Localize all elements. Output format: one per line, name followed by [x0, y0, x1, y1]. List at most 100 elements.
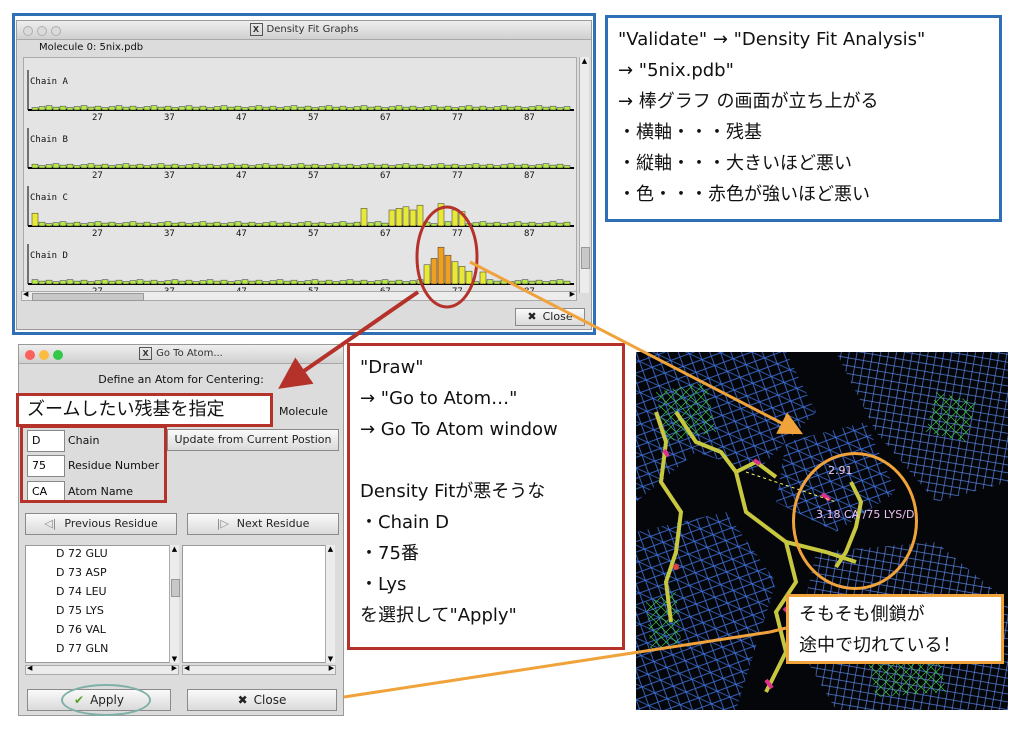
- density-bar[interactable]: [276, 107, 284, 111]
- density-bar[interactable]: [346, 107, 354, 111]
- density-bar[interactable]: [73, 165, 81, 169]
- density-bar[interactable]: [108, 221, 116, 227]
- density-bar[interactable]: [395, 105, 403, 111]
- density-bar[interactable]: [311, 279, 319, 285]
- density-bar[interactable]: [339, 105, 347, 111]
- residue-list-item[interactable]: D 75 LYS: [56, 601, 108, 620]
- density-bar[interactable]: [437, 246, 445, 285]
- density-bar[interactable]: [129, 105, 137, 111]
- density-bar[interactable]: [66, 163, 74, 169]
- density-bar[interactable]: [521, 107, 529, 111]
- density-bar[interactable]: [262, 222, 270, 227]
- density-bar[interactable]: [507, 163, 515, 169]
- density-bar[interactable]: [367, 106, 375, 111]
- density-bar[interactable]: [514, 164, 522, 169]
- density-bar[interactable]: [381, 279, 389, 285]
- density-bar[interactable]: [437, 203, 445, 227]
- density-bar[interactable]: [115, 164, 123, 169]
- density-bar[interactable]: [234, 280, 242, 285]
- density-bar[interactable]: [402, 106, 410, 111]
- density-bar[interactable]: [185, 164, 193, 169]
- scroll-up-arrow-icon[interactable]: ▲: [326, 545, 335, 553]
- density-bar[interactable]: [108, 280, 116, 285]
- density-bar[interactable]: [269, 280, 277, 285]
- density-bar[interactable]: [171, 107, 179, 111]
- density-bar[interactable]: [332, 106, 340, 111]
- density-bar[interactable]: [304, 164, 312, 169]
- density-bar[interactable]: [213, 165, 221, 169]
- density-bar[interactable]: [80, 105, 88, 111]
- density-bar[interactable]: [87, 163, 95, 169]
- density-bar[interactable]: [395, 208, 403, 227]
- density-bar[interactable]: [479, 164, 487, 169]
- density-bar[interactable]: [430, 258, 438, 285]
- density-bar[interactable]: [227, 106, 235, 111]
- density-bar[interactable]: [227, 222, 235, 227]
- minimize-dot-icon[interactable]: [37, 26, 47, 36]
- density-bar[interactable]: [416, 204, 424, 227]
- density-bar[interactable]: [360, 208, 368, 227]
- density-bar[interactable]: [318, 106, 326, 111]
- density-bar[interactable]: [31, 279, 39, 285]
- density-bar[interactable]: [556, 163, 564, 169]
- density-bar[interactable]: [507, 281, 515, 285]
- density-bar[interactable]: [101, 279, 109, 285]
- density-bar[interactable]: [444, 105, 452, 111]
- density-bar[interactable]: [171, 163, 179, 169]
- density-bar[interactable]: [290, 105, 298, 111]
- density-bar[interactable]: [136, 279, 144, 285]
- density-bar[interactable]: [80, 164, 88, 169]
- density-bar[interactable]: [479, 105, 487, 111]
- density-bar[interactable]: [164, 221, 172, 227]
- scroll-up-arrow-icon[interactable]: ▲: [170, 545, 179, 553]
- density-bar[interactable]: [507, 222, 515, 227]
- density-bar[interactable]: [192, 163, 200, 169]
- density-bar[interactable]: [451, 209, 459, 227]
- scroll-thumb[interactable]: [581, 247, 590, 269]
- density-bar[interactable]: [521, 279, 529, 285]
- density-bar[interactable]: [458, 106, 466, 111]
- density-bar[interactable]: [150, 164, 158, 169]
- density-bar[interactable]: [206, 279, 214, 285]
- density-bar[interactable]: [430, 105, 438, 111]
- density-bar[interactable]: [507, 106, 515, 111]
- density-bar[interactable]: [444, 221, 452, 227]
- density-bar[interactable]: [388, 165, 396, 169]
- density-bar[interactable]: [276, 279, 284, 285]
- density-bar[interactable]: [66, 107, 74, 111]
- density-bar[interactable]: [304, 221, 312, 227]
- density-bar[interactable]: [73, 280, 81, 285]
- density-bar[interactable]: [395, 279, 403, 285]
- density-bar[interactable]: [269, 105, 277, 111]
- scroll-down-arrow-icon[interactable]: ▼: [170, 655, 179, 663]
- density-bar[interactable]: [164, 164, 172, 169]
- previous-residue-button[interactable]: ◁| Previous Residue: [25, 513, 177, 535]
- density-bar[interactable]: [346, 163, 354, 169]
- density-bar[interactable]: [59, 221, 67, 227]
- density-bar[interactable]: [192, 222, 200, 227]
- density-bar[interactable]: [52, 222, 60, 227]
- density-bar[interactable]: [465, 270, 473, 285]
- density-bar[interactable]: [500, 223, 508, 227]
- density-bar[interactable]: [339, 221, 347, 227]
- density-bar[interactable]: [549, 105, 557, 111]
- density-bar[interactable]: [297, 106, 305, 111]
- density-bar[interactable]: [150, 105, 158, 111]
- scroll-left-arrow-icon[interactable]: ◀: [184, 664, 189, 672]
- density-bar[interactable]: [283, 106, 291, 111]
- density-bar[interactable]: [437, 106, 445, 111]
- density-bar[interactable]: [346, 279, 354, 285]
- density-bar[interactable]: [542, 163, 550, 169]
- density-bar[interactable]: [472, 222, 480, 227]
- scroll-right-arrow-icon[interactable]: ▶: [329, 664, 334, 672]
- density-bar[interactable]: [248, 106, 256, 111]
- density-bar[interactable]: [136, 107, 144, 111]
- density-bar[interactable]: [115, 223, 123, 227]
- density-vertical-scrollbar[interactable]: ▲: [579, 57, 590, 293]
- density-bar[interactable]: [178, 280, 186, 285]
- density-bar[interactable]: [535, 223, 543, 227]
- h-scroll-thumb[interactable]: [32, 293, 144, 301]
- density-bar[interactable]: [122, 281, 130, 285]
- density-bar[interactable]: [255, 279, 263, 285]
- density-bar[interactable]: [444, 254, 452, 285]
